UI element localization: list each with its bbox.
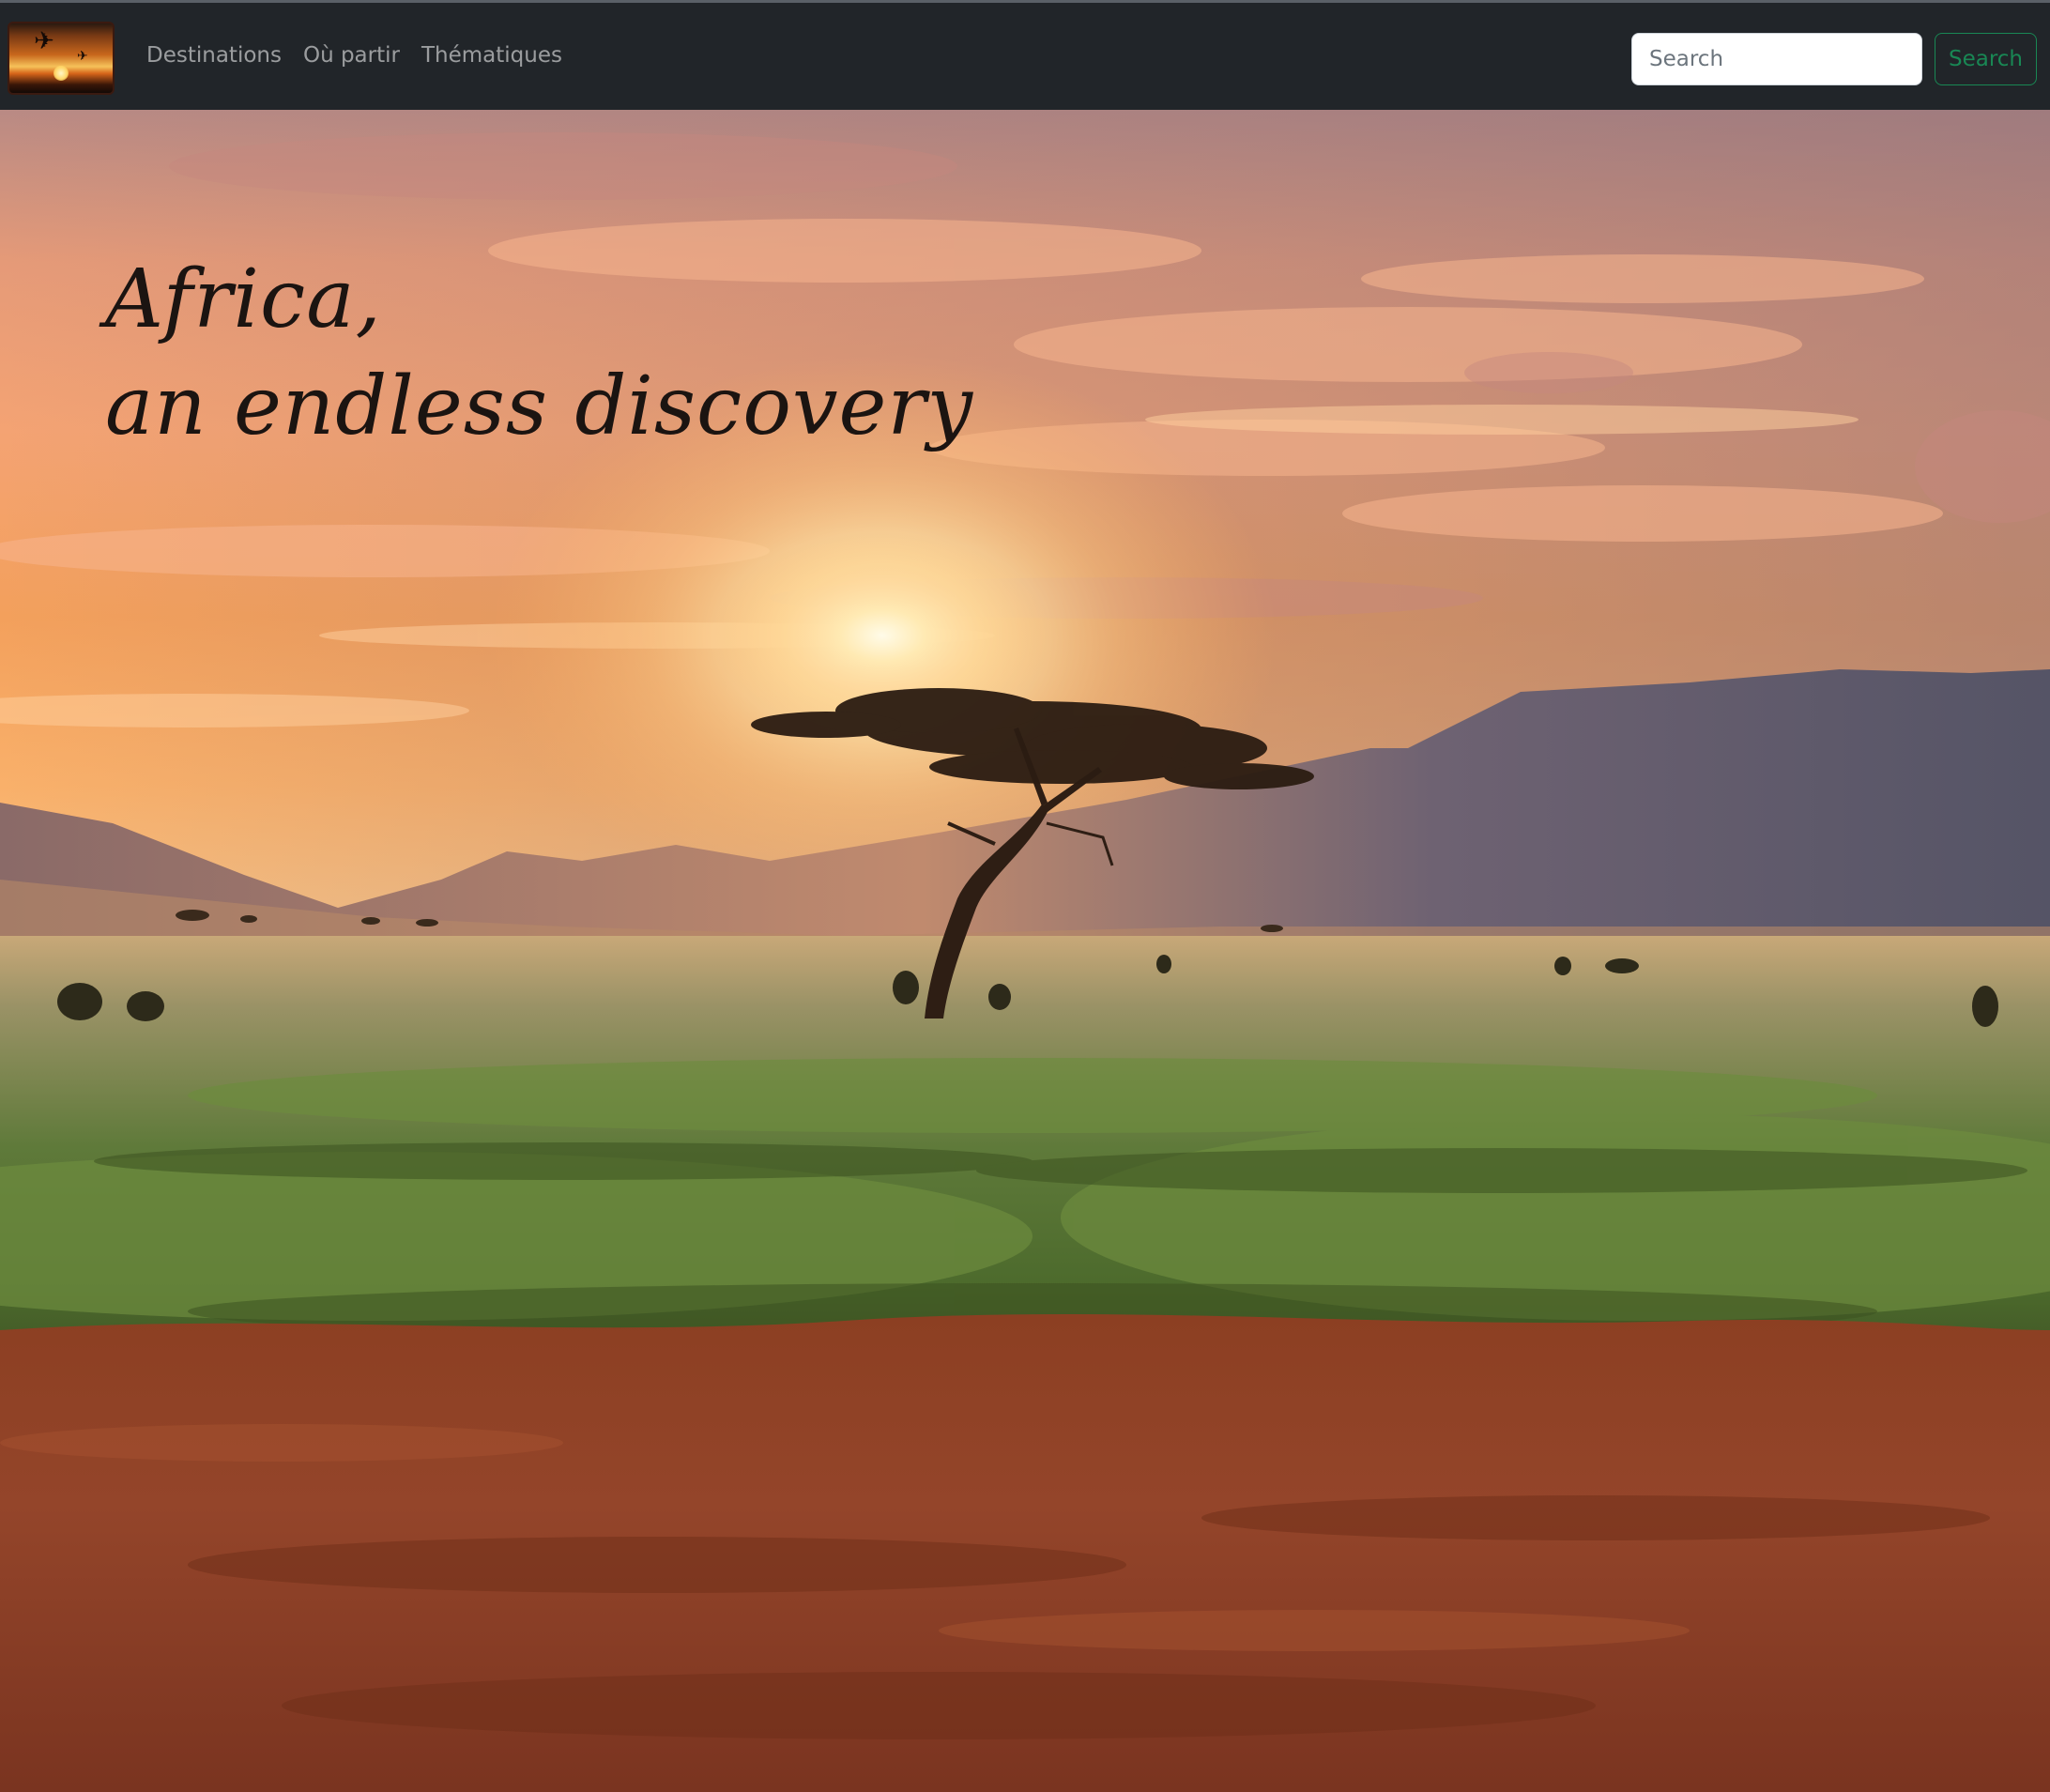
nav-link-ou-partir[interactable]: Où partir <box>303 38 400 72</box>
airplane-small-icon: ✈ <box>77 49 88 64</box>
hero-section: Africa, an endless discovery <box>0 110 2050 1792</box>
hero-title-line-1: Africa, <box>105 253 382 346</box>
nav-link-destinations[interactable]: Destinations <box>146 38 282 72</box>
hero-title-line-2: an endless discovery <box>105 360 974 453</box>
sun-icon <box>54 66 69 81</box>
hero-title: Africa, an endless discovery <box>105 246 973 460</box>
brand-logo[interactable]: ✈ ✈ <box>8 22 115 95</box>
airplane-icon: ✈ <box>34 27 54 55</box>
nav-links: Destinations Où partir Thématiques <box>146 38 562 72</box>
search-button[interactable]: Search <box>1935 33 2037 85</box>
navbar: ✈ ✈ Destinations Où partir Thématiques S… <box>0 0 2050 110</box>
nav-link-thematiques[interactable]: Thématiques <box>421 38 562 72</box>
search-input[interactable] <box>1631 33 1922 85</box>
